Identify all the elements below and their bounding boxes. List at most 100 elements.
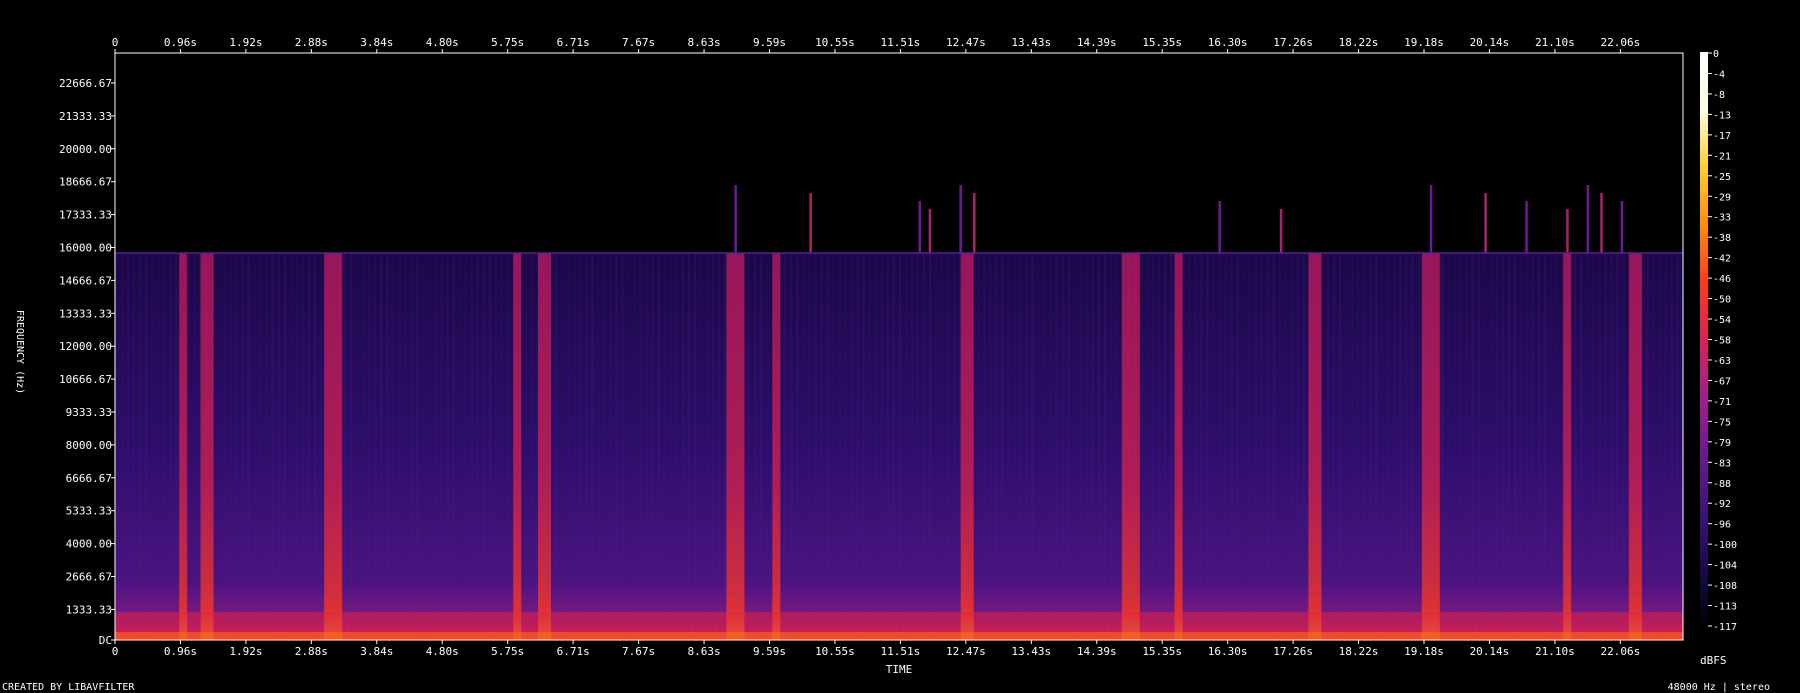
noise-stripe bbox=[675, 253, 678, 640]
noise-stripe bbox=[1610, 253, 1613, 640]
colorbar-tick-label: -29 bbox=[1713, 192, 1731, 203]
noise-stripe bbox=[1001, 253, 1004, 640]
noise-stripe bbox=[1055, 253, 1058, 640]
noise-stripe bbox=[1375, 253, 1378, 640]
noise-stripe bbox=[416, 253, 419, 640]
noise-stripe bbox=[904, 253, 907, 640]
noise-stripe bbox=[1254, 253, 1257, 640]
colorbar-tick-label: -71 bbox=[1713, 397, 1731, 408]
energy-burst bbox=[1421, 253, 1440, 640]
noise-stripe bbox=[265, 253, 268, 640]
noise-stripe bbox=[561, 253, 564, 640]
noise-stripe bbox=[1236, 253, 1239, 640]
noise-stripe bbox=[844, 253, 847, 640]
noise-stripe bbox=[307, 253, 310, 640]
x-tick-label-bottom: 2.88s bbox=[295, 645, 328, 658]
noise-stripe bbox=[169, 253, 172, 640]
noise-stripe bbox=[446, 253, 449, 640]
noise-stripe bbox=[615, 253, 618, 640]
noise-stripe bbox=[1447, 253, 1450, 640]
energy-burst bbox=[1628, 253, 1642, 640]
x-tick-label-top: 19.18s bbox=[1404, 36, 1444, 49]
noise-stripe bbox=[404, 253, 407, 640]
noise-stripe bbox=[1091, 253, 1094, 640]
noise-stripe bbox=[1369, 253, 1372, 640]
noise-stripe bbox=[289, 253, 292, 640]
noise-stripe bbox=[350, 253, 353, 640]
y-tick-label: 12000.00 bbox=[59, 340, 112, 353]
noise-stripe bbox=[1495, 253, 1498, 640]
noise-stripe bbox=[1284, 253, 1287, 640]
noise-stripe bbox=[627, 253, 630, 640]
noise-stripe bbox=[832, 253, 835, 640]
noise-stripe bbox=[808, 253, 811, 640]
x-tick-label-top: 0.96s bbox=[164, 36, 197, 49]
x-tick-label-top: 12.47s bbox=[946, 36, 986, 49]
x-tick-label-bottom: 9.59s bbox=[753, 645, 786, 658]
x-tick-label-bottom: 7.67s bbox=[622, 645, 655, 658]
noise-stripe bbox=[1453, 253, 1456, 640]
hf-spike bbox=[918, 201, 921, 253]
x-tick-label-top: 13.43s bbox=[1011, 36, 1051, 49]
noise-stripe bbox=[856, 253, 859, 640]
noise-stripe bbox=[500, 253, 503, 640]
x-tick-label-top: 20.14s bbox=[1470, 36, 1510, 49]
noise-stripe bbox=[1574, 253, 1577, 640]
noise-stripe bbox=[356, 253, 359, 640]
noise-stripe bbox=[995, 253, 998, 640]
noise-stripe bbox=[139, 253, 142, 640]
x-tick-label-bottom: 17.26s bbox=[1273, 645, 1313, 658]
colorbar-tick-label: -83 bbox=[1713, 458, 1731, 469]
noise-stripe bbox=[1164, 253, 1167, 640]
noise-stripe bbox=[133, 253, 136, 640]
noise-stripe bbox=[494, 253, 497, 640]
noise-stripe bbox=[313, 253, 316, 640]
colorbar-tick-label: -21 bbox=[1713, 151, 1731, 162]
noise-stripe bbox=[862, 253, 865, 640]
noise-stripe bbox=[525, 253, 528, 640]
noise-stripe bbox=[1393, 253, 1396, 640]
hf-spike bbox=[1484, 193, 1487, 253]
noise-stripe bbox=[386, 253, 389, 640]
noise-stripe bbox=[1224, 253, 1227, 640]
noise-stripe bbox=[1622, 253, 1625, 640]
noise-stripe bbox=[398, 253, 401, 640]
noise-stripe bbox=[1363, 253, 1366, 640]
hf-spike bbox=[1586, 185, 1590, 253]
noise-stripe bbox=[1532, 253, 1535, 640]
noise-stripe bbox=[1278, 253, 1281, 640]
hf-spike bbox=[1279, 209, 1283, 253]
noise-stripe bbox=[1465, 253, 1468, 640]
spectrogram-chart: 0 0.96s 1.92s 2.88s 3.84s 4.80s 5.75s 6.71s 7.67… bbox=[14, 36, 1737, 676]
noise-stripe bbox=[1538, 253, 1541, 640]
noise-stripe bbox=[175, 253, 178, 640]
x-tick-label-top: 5.75s bbox=[491, 36, 524, 49]
noise-stripe bbox=[597, 253, 600, 640]
x-tick-label-bottom: 14.39s bbox=[1077, 645, 1117, 658]
noise-stripe bbox=[916, 253, 919, 640]
noise-stripe bbox=[790, 253, 793, 640]
noise-stripe bbox=[1140, 253, 1143, 640]
energy-burst bbox=[324, 253, 343, 640]
noise-stripe bbox=[1067, 253, 1070, 640]
noise-stripe bbox=[1399, 253, 1402, 640]
noise-stripe bbox=[157, 253, 160, 640]
noise-stripe bbox=[1339, 253, 1342, 640]
noise-stripe bbox=[1248, 253, 1251, 640]
noise-stripe bbox=[923, 253, 926, 640]
noise-stripe bbox=[1073, 253, 1076, 640]
noise-stripe bbox=[1489, 253, 1492, 640]
energy-burst bbox=[960, 253, 974, 640]
noise-stripe bbox=[368, 253, 371, 640]
noise-stripe bbox=[718, 253, 720, 640]
y-tick-label: 21333.33 bbox=[59, 110, 112, 123]
noise-stripe bbox=[1152, 253, 1155, 640]
noise-stripe bbox=[1501, 253, 1504, 640]
noise-stripe bbox=[163, 253, 166, 640]
noise-stripe bbox=[1218, 253, 1221, 640]
noise-stripe bbox=[1598, 253, 1601, 640]
x-tick-label-bottom: 12.47s bbox=[946, 645, 986, 658]
noise-stripe bbox=[229, 253, 232, 640]
noise-stripe bbox=[724, 253, 727, 640]
x-tick-label-top: 6.71s bbox=[557, 36, 590, 49]
